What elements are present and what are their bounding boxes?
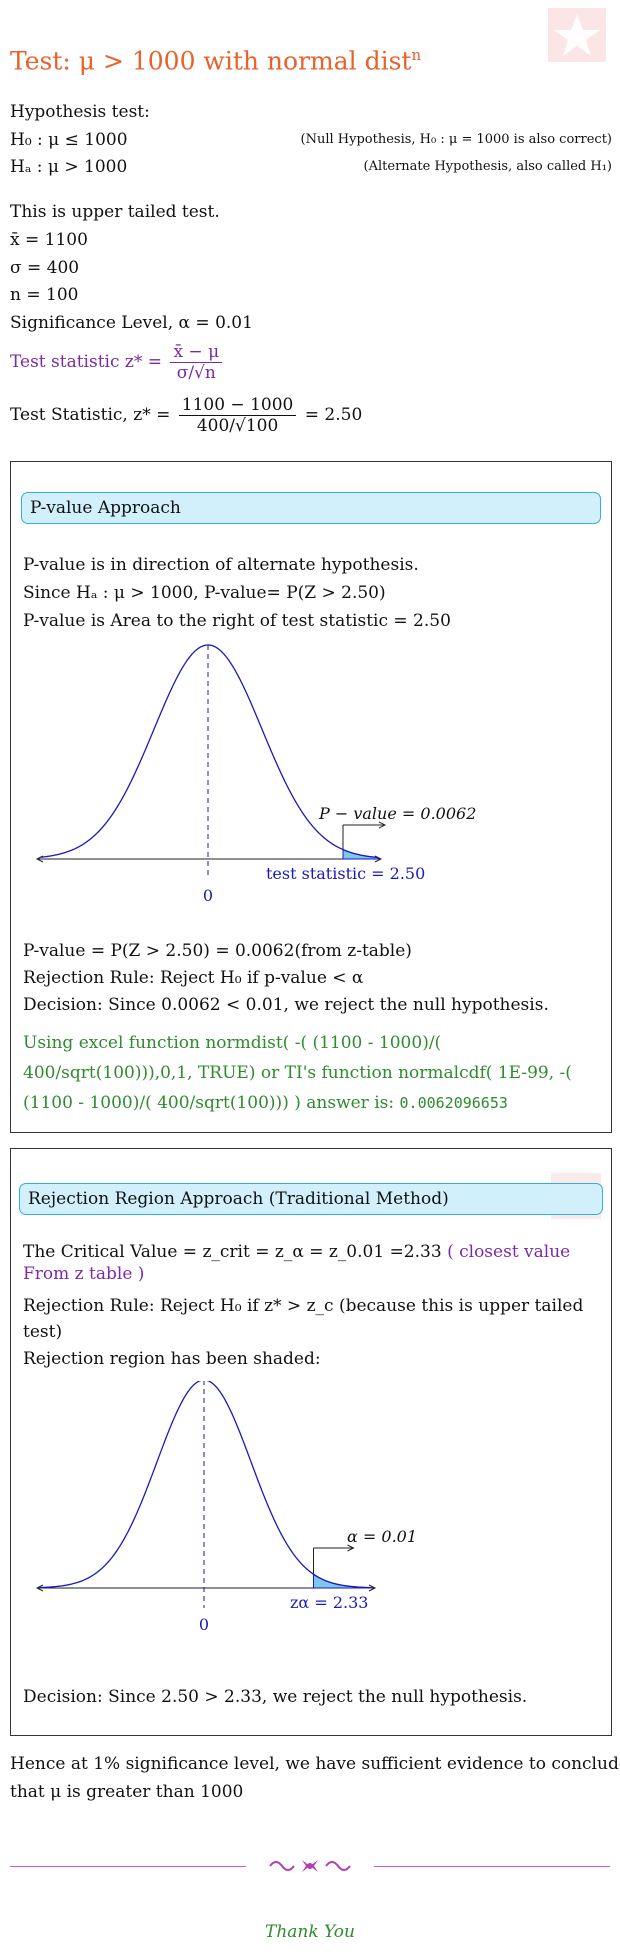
pvalue-approach-box: P-value Approach P-value is in direction… [10, 461, 612, 1133]
critical-value: The Critical Value = z_crit = z_α = z_0.… [23, 1242, 571, 1284]
pvalue-result: P-value = P(Z > 2.50) = 0.0062(from z-ta… [23, 941, 412, 961]
pvalue-normal-curve-chart: 0 P − value = 0.0062 test statistic = 2.50 [35, 644, 476, 902]
hypothesis-heading: Hypothesis test: [10, 102, 150, 122]
alternate-hypothesis: Hₐ : μ > 1000 [10, 157, 128, 177]
rejection-region-box: Rejection Region Approach (Traditional M… [10, 1148, 612, 1736]
pvalue-line-2: Since Hₐ : μ > 1000, P-value= P(Z > 2.50… [23, 583, 386, 603]
alternate-hypothesis-note: (Alternate Hypothesis, also called H₁) [363, 159, 612, 174]
area-label: α = 0.01 [347, 1527, 417, 1546]
null-hypothesis-note: (Null Hypothesis, H₀ : μ = 1000 is also … [300, 132, 612, 147]
statistic-label: test statistic = 2.50 [266, 864, 425, 883]
test-statistic-computation: Test Statistic, z* = 1100 − 1000 400/√100… [10, 395, 363, 436]
rejection-header: Rejection Region Approach (Traditional M… [19, 1183, 603, 1215]
rejection-normal-curve-chart: 0 α = 0.01 zα = 2.33 [35, 1381, 417, 1634]
conclusion-line-1: Hence at 1% significance level, we have … [10, 1754, 620, 1774]
null-hypothesis: H₀ : μ ≤ 1000 [10, 130, 128, 150]
area-label: P − value = 0.0062 [318, 804, 476, 823]
excel-answer: 0.0062096653 [399, 1094, 508, 1112]
rejection-shaded-note: Rejection region has been shaded: [23, 1349, 321, 1369]
pvalue-line-1: P-value is in direction of alternate hyp… [23, 555, 419, 575]
solution-page: Test: μ > 1000 with normal distn Hypothe… [0, 0, 620, 1954]
rejection-decision: Decision: Since 2.50 > 2.33, we reject t… [23, 1687, 528, 1707]
zero-tick-label: 0 [199, 1615, 209, 1634]
pvalue-decision: Decision: Since 0.0062 < 0.01, we reject… [23, 995, 549, 1015]
page-title: Test: μ > 1000 with normal distn [10, 46, 422, 76]
significance-level: Significance Level, α = 0.01 [10, 313, 253, 333]
pvalue-header: P-value Approach [21, 492, 601, 524]
statistic-label: zα = 2.33 [290, 1593, 368, 1612]
watermark-logo [548, 8, 606, 62]
divider-left [10, 1866, 246, 1867]
conclusion-line-2: that μ is greater than 1000 [10, 1782, 244, 1802]
zero-tick-label: 0 [203, 886, 213, 902]
excel-note: Using excel function normdist( -( (1100 … [23, 1033, 572, 1113]
normal-curve [39, 644, 378, 859]
population-sd: σ = 400 [10, 258, 80, 278]
sample-size: n = 100 [10, 285, 79, 305]
sample-mean: x̄ = 1100 [10, 230, 88, 250]
divider-right [374, 1866, 610, 1867]
thank-you: Thank You [264, 1922, 355, 1942]
pvalue-rejection-rule: Rejection Rule: Reject H₀ if p-value < α [23, 968, 364, 988]
normal-curve [39, 1381, 373, 1589]
rejection-rule-line-2: test) [23, 1322, 63, 1342]
test-type: This is upper tailed test. [10, 202, 220, 222]
test-statistic-formula: Test statistic z* = x̄ − μ σ/√n [10, 342, 225, 383]
pvalue-line-3: P-value is Area to the right of test sta… [23, 611, 451, 631]
ornament-icon [269, 1860, 351, 1872]
rejection-rule-line-1: Rejection Rule: Reject H₀ if z* > z_c (b… [23, 1296, 584, 1316]
